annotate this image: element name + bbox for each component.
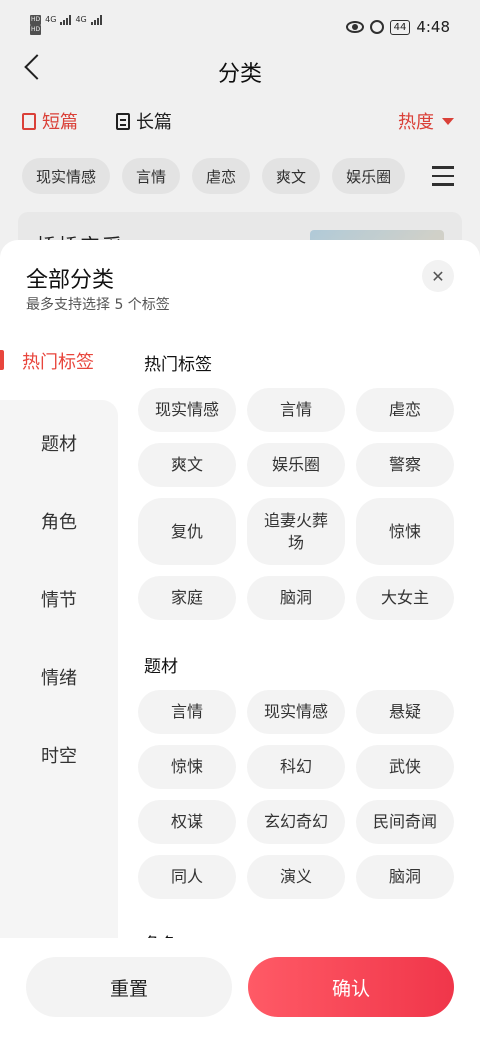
tag-grid-theme: 言情 现实情感 悬疑 惊悚 科幻 武侠 权谋 玄幻奇幻 民间奇闻 同人 演义 脑… — [138, 690, 454, 899]
tag-chip[interactable]: 言情 — [247, 388, 345, 432]
tag-chip[interactable]: 警察 — [356, 443, 454, 487]
tag-chip[interactable]: 脑洞 — [247, 576, 345, 620]
sidebar-item-theme[interactable]: 题材 — [0, 430, 118, 456]
category-sidebar: 热门标签 题材 角色 情节 情绪 时空 — [0, 338, 118, 940]
close-button[interactable]: ✕ — [422, 260, 454, 292]
tag-chip[interactable]: 民间奇闻 — [356, 800, 454, 844]
sidebar-item-emotion[interactable]: 情绪 — [0, 664, 118, 690]
tag-chip[interactable]: 惊悚 — [138, 745, 236, 789]
tag-chip[interactable]: 演义 — [247, 855, 345, 899]
sidebar-item-hot[interactable]: 热门标签 — [0, 338, 118, 394]
reset-button[interactable]: 重置 — [26, 957, 232, 1017]
tag-content: 热门标签 现实情感 言情 虐恋 爽文 娱乐圈 警察 复仇 追妻火葬场 惊悚 家庭… — [138, 338, 458, 938]
sheet-subtitle: 最多支持选择 5 个标签 — [26, 297, 170, 313]
active-indicator — [0, 350, 4, 370]
tag-chip[interactable]: 现实情感 — [138, 388, 236, 432]
close-icon: ✕ — [431, 266, 445, 286]
sidebar-item-label: 热门标签 — [22, 352, 94, 373]
section-title: 角色 — [144, 930, 178, 938]
tag-chip[interactable]: 玄幻奇幻 — [247, 800, 345, 844]
tag-chip[interactable]: 娱乐圈 — [247, 443, 345, 487]
sidebar-item-plot[interactable]: 情节 — [0, 586, 118, 612]
tag-chip[interactable]: 追妻火葬场 — [247, 498, 345, 565]
tag-chip[interactable]: 爽文 — [138, 443, 236, 487]
section-title: 热门标签 — [144, 355, 212, 375]
tag-chip[interactable]: 科幻 — [247, 745, 345, 789]
section-title: 题材 — [144, 657, 178, 677]
sidebar-item-era[interactable]: 时空 — [0, 742, 118, 768]
tag-chip[interactable]: 言情 — [138, 690, 236, 734]
sidebar-item-role[interactable]: 角色 — [0, 508, 118, 534]
tag-chip[interactable]: 武侠 — [356, 745, 454, 789]
tag-chip[interactable]: 家庭 — [138, 576, 236, 620]
confirm-button[interactable]: 确认 — [248, 957, 454, 1017]
tag-chip[interactable]: 惊悚 — [356, 498, 454, 565]
sheet-title: 全部分类 — [26, 268, 115, 293]
tag-chip[interactable]: 同人 — [138, 855, 236, 899]
tag-chip[interactable]: 权谋 — [138, 800, 236, 844]
tag-chip[interactable]: 悬疑 — [356, 690, 454, 734]
tag-chip[interactable]: 现实情感 — [247, 690, 345, 734]
tag-chip[interactable]: 脑洞 — [356, 855, 454, 899]
tag-chip[interactable]: 大女主 — [356, 576, 454, 620]
tag-chip[interactable]: 复仇 — [138, 498, 236, 565]
tag-chip[interactable]: 虐恋 — [356, 388, 454, 432]
tag-grid-hot: 现实情感 言情 虐恋 爽文 娱乐圈 警察 复仇 追妻火葬场 惊悚 家庭 脑洞 大… — [138, 388, 454, 620]
action-footer: 重置 确认 — [0, 938, 480, 1061]
